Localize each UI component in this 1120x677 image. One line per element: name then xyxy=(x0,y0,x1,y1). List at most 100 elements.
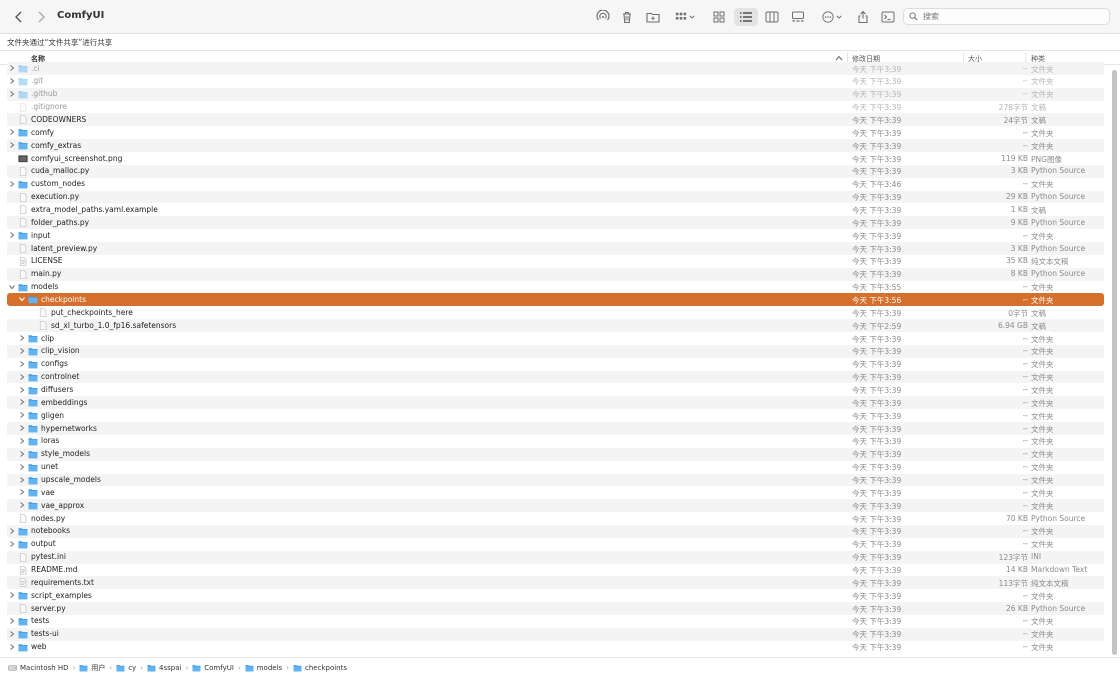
folder-row[interactable]: output 今天 下午3:39 -- 文件夹 xyxy=(7,538,1104,551)
gallery-view-button[interactable] xyxy=(789,8,807,26)
file-row[interactable]: main.py 今天 下午3:39 8 KB Python Source xyxy=(7,267,1104,281)
trash-button[interactable] xyxy=(619,8,635,26)
folder-row[interactable]: models 今天 下午3:55 -- 文件夹 xyxy=(7,281,1104,294)
folder-row[interactable]: comfy_extras 今天 下午3:39 -- 文件夹 xyxy=(7,139,1104,153)
disclosure-closed-icon[interactable] xyxy=(18,463,26,471)
disclosure-open-icon[interactable] xyxy=(18,295,26,303)
path-item[interactable]: 用户 xyxy=(79,663,105,673)
file-row[interactable]: extra_model_paths.yaml.example 今天 下午3:39 1… xyxy=(7,203,1104,216)
file-row[interactable]: .gitignore 今天 下午3:39 278字节 文稿 xyxy=(7,101,1104,114)
column-view-button[interactable] xyxy=(763,8,781,26)
file-row[interactable]: CODEOWNERS 今天 下午3:39 24字节 文稿 xyxy=(7,113,1104,127)
disclosure-closed-icon[interactable] xyxy=(18,450,26,458)
path-item[interactable]: checkpoints xyxy=(293,664,347,672)
file-row[interactable]: comfyui_screenshot.png 今天 下午3:39 119 KB PNG… xyxy=(7,152,1104,165)
folder-row[interactable]: unet 今天 下午3:39 -- 文件夹 xyxy=(7,461,1104,474)
file-row[interactable]: put_checkpoints_here 今天 下午3:39 0字节 文稿 xyxy=(7,306,1104,319)
folder-row[interactable]: custom_nodes 今天 下午3:46 -- 文件夹 xyxy=(7,178,1104,191)
disclosure-closed-icon[interactable] xyxy=(8,643,16,651)
folder-row[interactable]: loras 今天 下午3:39 -- 文件夹 xyxy=(7,435,1104,448)
search-field[interactable] xyxy=(903,8,1110,25)
path-item[interactable]: 4sspai xyxy=(147,664,181,672)
path-item[interactable]: Macintosh HD xyxy=(8,664,69,672)
folder-row[interactable]: script_examples 今天 下午3:39 -- 文件夹 xyxy=(7,589,1104,602)
disclosure-closed-icon[interactable] xyxy=(18,411,26,419)
new-folder-button[interactable] xyxy=(644,8,662,26)
disclosure-closed-icon[interactable] xyxy=(8,527,16,535)
folder-row[interactable]: diffusers 今天 下午3:39 -- 文件夹 xyxy=(7,384,1104,397)
file-row[interactable]: README.md 今天 下午3:39 14 KB Markdown Text xyxy=(7,564,1104,577)
folder-row[interactable]: gligen 今天 下午3:39 -- 文件夹 xyxy=(7,409,1104,422)
disclosure-closed-icon[interactable] xyxy=(18,360,26,368)
back-button[interactable] xyxy=(10,8,28,26)
disclosure-closed-icon[interactable] xyxy=(8,540,16,548)
search-input[interactable] xyxy=(923,12,1093,21)
disclosure-closed-icon[interactable] xyxy=(18,398,26,406)
folder-row[interactable]: checkpoints 今天 下午3:56 -- 文件夹 xyxy=(7,293,1104,307)
folder-row[interactable]: controlnet 今天 下午3:39 -- 文件夹 xyxy=(7,370,1104,384)
disclosure-open-icon[interactable] xyxy=(8,283,16,291)
folder-row[interactable]: comfy 今天 下午3:39 -- 文件夹 xyxy=(7,126,1104,139)
folder-row[interactable]: hypernetworks 今天 下午3:39 -- 文件夹 xyxy=(7,422,1104,435)
airdrop-button[interactable] xyxy=(594,8,612,26)
more-actions-button[interactable] xyxy=(819,8,845,26)
folder-row[interactable]: clip_vision 今天 下午3:39 -- 文件夹 xyxy=(7,344,1104,358)
disclosure-closed-icon[interactable] xyxy=(8,617,16,625)
folder-row[interactable]: input 今天 下午3:39 -- 文件夹 xyxy=(7,229,1104,242)
folder-row[interactable]: .github 今天 下午3:39 -- 文件夹 xyxy=(7,87,1104,101)
file-row[interactable]: LICENSE 今天 下午3:39 35 KB 纯文本文稿 xyxy=(7,255,1104,268)
disclosure-closed-icon[interactable] xyxy=(18,373,26,381)
disclosure-closed-icon[interactable] xyxy=(18,501,26,509)
folder-row[interactable]: vae 今天 下午3:39 -- 文件夹 xyxy=(7,486,1104,499)
disclosure-closed-icon[interactable] xyxy=(18,488,26,496)
file-row[interactable]: pytest.ini 今天 下午3:39 123字节 INI xyxy=(7,550,1104,564)
disclosure-closed-icon[interactable] xyxy=(8,630,16,638)
folder-icon xyxy=(18,618,28,626)
file-row[interactable]: cuda_malloc.py 今天 下午3:39 3 KB Python Source xyxy=(7,164,1104,178)
vertical-scrollbar[interactable] xyxy=(1112,70,1117,655)
folder-row[interactable]: style_models 今天 下午3:39 -- 文件夹 xyxy=(7,447,1104,461)
file-row[interactable]: sd_xl_turbo_1.0_fp16.safetensors 今天 下午2:5… xyxy=(7,319,1104,333)
file-row[interactable]: requirements.txt 今天 下午3:39 113字节 纯文本文稿 xyxy=(7,576,1104,590)
file-row[interactable]: latent_preview.py 今天 下午3:39 3 KB Python Sou… xyxy=(7,242,1104,255)
forward-button[interactable] xyxy=(32,8,50,26)
folder-row[interactable]: web 今天 下午3:39 -- 文件夹 xyxy=(7,641,1104,654)
share-button[interactable] xyxy=(854,8,872,26)
folder-row[interactable]: .ci 今天 下午3:39 -- 文件夹 xyxy=(7,62,1104,75)
disclosure-closed-icon[interactable] xyxy=(18,347,26,355)
folder-row[interactable]: vae_approx 今天 下午3:39 -- 文件夹 xyxy=(7,499,1104,513)
disclosure-closed-icon[interactable] xyxy=(8,90,16,98)
icon-view-button[interactable] xyxy=(710,8,728,26)
file-row[interactable]: nodes.py 今天 下午3:39 70 KB Python Source xyxy=(7,512,1104,525)
disclosure-closed-icon[interactable] xyxy=(18,334,26,342)
folder-row[interactable]: embeddings 今天 下午3:39 -- 文件夹 xyxy=(7,396,1104,410)
disclosure-closed-icon[interactable] xyxy=(8,591,16,599)
folder-row[interactable]: .git 今天 下午3:39 -- 文件夹 xyxy=(7,75,1104,88)
document-icon xyxy=(19,167,27,176)
disclosure-closed-icon[interactable] xyxy=(18,476,26,484)
folder-row[interactable]: notebooks 今天 下午3:39 -- 文件夹 xyxy=(7,524,1104,538)
disclosure-closed-icon[interactable] xyxy=(18,386,26,394)
folder-row[interactable]: clip 今天 下午3:39 -- 文件夹 xyxy=(7,332,1104,345)
disclosure-closed-icon[interactable] xyxy=(8,180,16,188)
path-item[interactable]: ComfyUI xyxy=(192,664,234,672)
folder-row[interactable]: tests 今天 下午3:39 -- 文件夹 xyxy=(7,615,1104,628)
folder-row[interactable]: configs 今天 下午3:39 -- 文件夹 xyxy=(7,358,1104,371)
disclosure-closed-icon[interactable] xyxy=(8,64,16,72)
path-item[interactable]: models xyxy=(245,664,282,672)
disclosure-closed-icon[interactable] xyxy=(18,437,26,445)
terminal-button[interactable] xyxy=(879,8,897,26)
disclosure-closed-icon[interactable] xyxy=(8,128,16,136)
list-view-button[interactable] xyxy=(734,8,758,26)
group-button[interactable] xyxy=(672,8,698,26)
file-row[interactable]: folder_paths.py 今天 下午3:39 9 KB Python Sourc… xyxy=(7,216,1104,230)
disclosure-closed-icon[interactable] xyxy=(8,141,16,149)
folder-row[interactable]: upscale_models 今天 下午3:39 -- 文件夹 xyxy=(7,473,1104,487)
folder-row[interactable]: tests-ui 今天 下午3:39 -- 文件夹 xyxy=(7,627,1104,641)
disclosure-closed-icon[interactable] xyxy=(18,424,26,432)
file-row[interactable]: server.py 今天 下午3:39 26 KB Python Source xyxy=(7,602,1104,615)
file-row[interactable]: execution.py 今天 下午3:39 29 KB Python Source xyxy=(7,190,1104,204)
path-item[interactable]: cy xyxy=(116,664,136,672)
disclosure-closed-icon[interactable] xyxy=(8,231,16,239)
disclosure-closed-icon[interactable] xyxy=(8,77,16,85)
